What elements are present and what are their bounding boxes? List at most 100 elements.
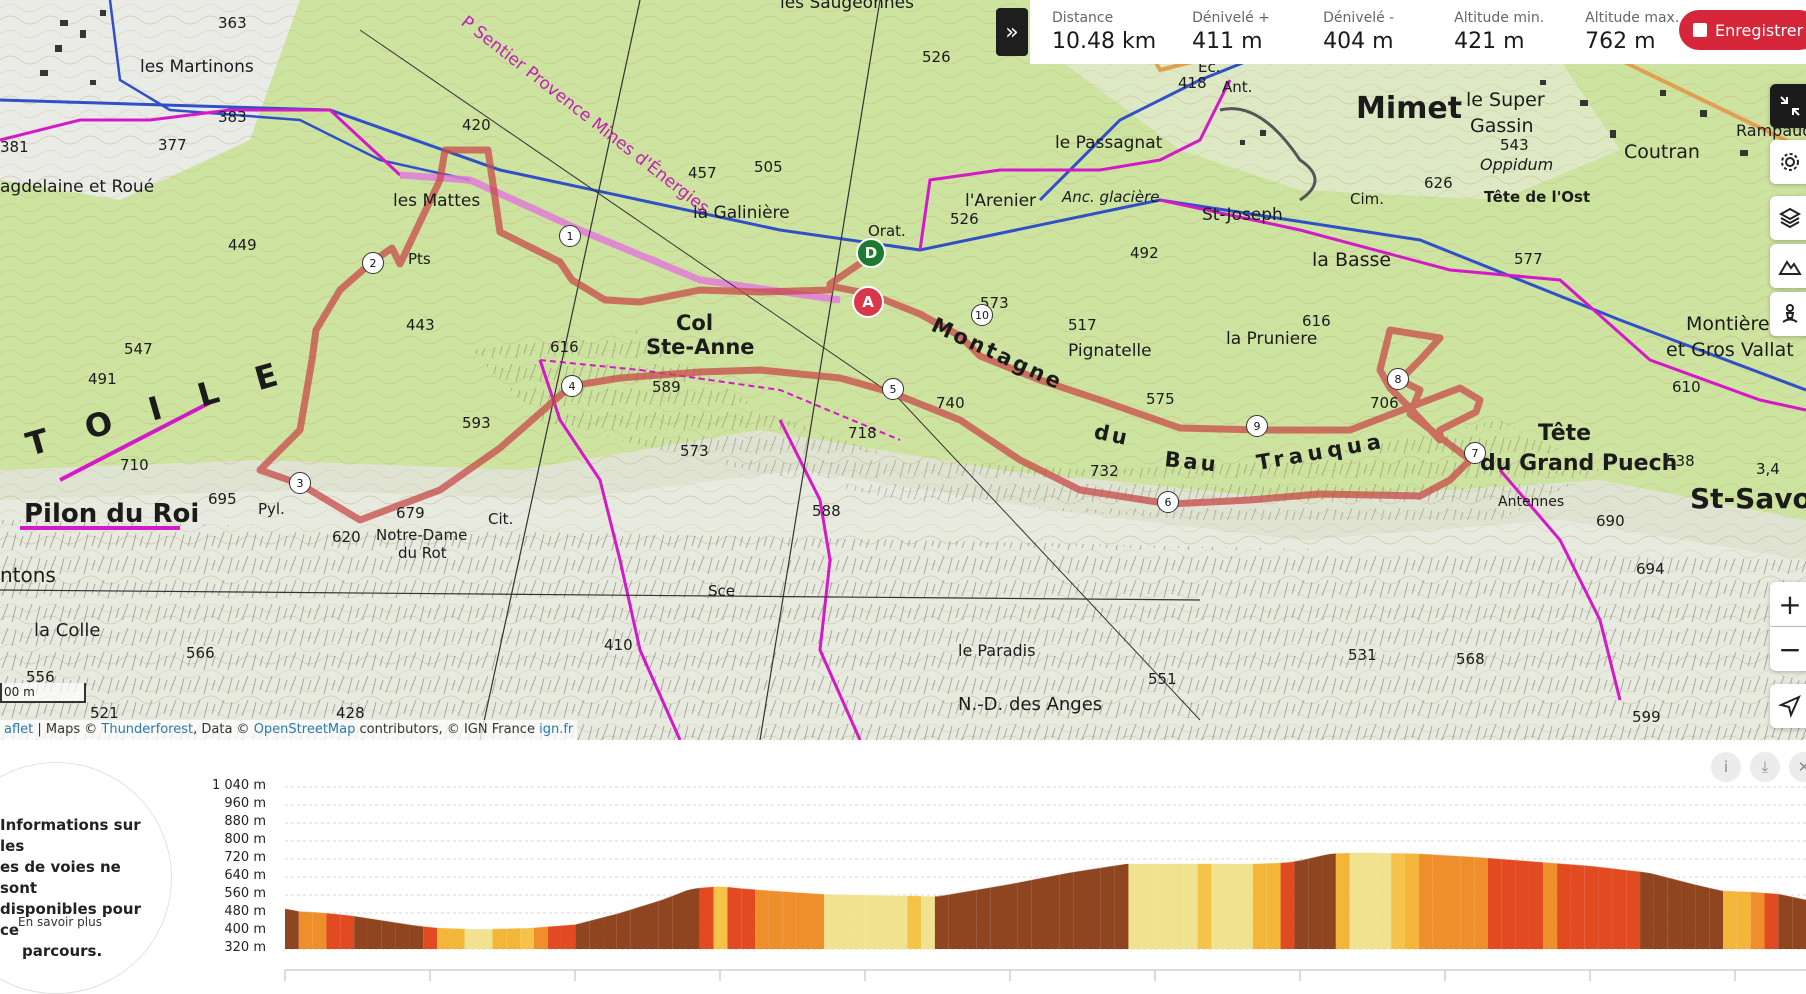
elevation-segment (326, 912, 341, 949)
fullscreen-exit-button[interactable] (1770, 84, 1806, 128)
collapse-panel-button[interactable]: » (996, 8, 1028, 56)
waypoint-marker[interactable]: 3 (289, 472, 311, 494)
attribution-link[interactable]: aflet (4, 722, 33, 737)
elevation-segment (1460, 855, 1475, 949)
elevation-segment (1474, 856, 1488, 949)
elevation-label: 718 (848, 424, 877, 442)
zoom-in-button[interactable]: + (1770, 582, 1806, 626)
elevation-segment (1086, 867, 1101, 949)
attribution-link[interactable]: Thunderforest (101, 722, 193, 737)
elevation-segment (851, 894, 866, 949)
elevation-label: 3,4 (1756, 460, 1780, 478)
elevation-label: 593 (462, 414, 491, 432)
elevation-segment (990, 884, 1005, 949)
locate-button[interactable] (1770, 684, 1806, 728)
place-label: St-Savou (1690, 482, 1806, 515)
place-label: Anc. glacière (1061, 188, 1159, 206)
elevation-segment (1294, 858, 1309, 949)
place-label: les Martinons (140, 57, 254, 77)
elevation-segment (561, 924, 576, 949)
elevation-segment (1017, 879, 1032, 949)
elevation-segment (1432, 854, 1447, 949)
elevation-segment (1515, 859, 1530, 949)
elevation-label: 547 (124, 340, 153, 358)
attribution-link[interactable]: OpenStreetMap (254, 722, 356, 737)
elevation-label: 566 (186, 644, 215, 662)
attribution-text: , Data © (193, 722, 250, 737)
elevation-segment (741, 888, 756, 949)
zoom-out-button[interactable]: − (1770, 627, 1806, 671)
elevation-segment (1792, 896, 1806, 949)
elevation-segment (285, 908, 299, 949)
elevation-segment (1764, 892, 1779, 949)
elevation-label: 616 (550, 338, 579, 356)
elevation-segment (782, 891, 797, 949)
place-label: Coutran (1624, 141, 1700, 163)
waypoint-marker[interactable]: 1 (559, 225, 581, 247)
attribution-link[interactable]: ign.fr (539, 722, 573, 737)
layers-icon (1778, 207, 1802, 229)
elevation-segment (1128, 863, 1143, 949)
elevation-segment (962, 889, 977, 949)
elevation-segment (354, 915, 368, 949)
elevation-label: 443 (406, 316, 435, 334)
waypoint-marker[interactable]: 4 (561, 375, 583, 397)
save-button[interactable]: Enregistrer (1679, 10, 1806, 50)
arrival-marker[interactable]: A (852, 286, 884, 318)
elevation-label: 690 (1596, 512, 1625, 530)
elevation-segment (685, 887, 700, 949)
place-label: le Passagnat (1055, 133, 1163, 153)
streetview-button[interactable] (1770, 292, 1806, 336)
elevation-segment (589, 917, 604, 949)
place-label: Notre-Dame (376, 526, 467, 544)
waypoint-marker[interactable]: 5 (882, 378, 904, 400)
stat-label: Dénivelé + (1192, 10, 1270, 26)
stat-label: Dénivelé - (1323, 10, 1395, 26)
elevation-segment (395, 922, 410, 949)
elevation-segment (1156, 863, 1170, 949)
elevation-segment (1418, 853, 1433, 949)
elevation-label: 695 (208, 490, 237, 508)
start-marker[interactable]: D (856, 238, 886, 268)
elevation-label: 418 (1178, 74, 1207, 92)
elevation-label: 377 (158, 136, 187, 154)
place-label: la Colle (34, 620, 100, 641)
elevation-segment (1667, 877, 1682, 949)
elevation-segment (1653, 873, 1668, 949)
settings-button[interactable] (1770, 140, 1806, 184)
map-scale: 00 m (0, 683, 86, 703)
elevation-segment (1391, 852, 1406, 949)
elevation-segment (1736, 891, 1751, 949)
waypoint-marker[interactable]: 9 (1246, 415, 1268, 437)
elevation-label: Sce (708, 582, 735, 600)
elevation-segment (340, 914, 355, 949)
layers-button[interactable] (1770, 196, 1806, 240)
place-label: la Basse (1312, 249, 1391, 271)
elevation-segment (768, 890, 783, 949)
elevation-segment (948, 891, 963, 949)
elevation-segment (644, 900, 659, 949)
elevation-label: 457 (688, 164, 717, 182)
waypoint-marker[interactable]: 10 (971, 304, 993, 326)
route-map[interactable]: les Martinons agdelaine et Roué les Matt… (0, 0, 1806, 740)
stat-distance: Distance 10.48 km (1030, 0, 1170, 54)
stat-alt-max: Altitude max. 762 m (1563, 0, 1694, 54)
place-label: les Saugeonnes (780, 0, 914, 13)
elevation-segment (1031, 877, 1046, 949)
place-label: Tête (1538, 421, 1591, 446)
waypoint-marker[interactable]: 6 (1157, 491, 1179, 513)
waypoint-marker[interactable]: 7 (1464, 442, 1486, 464)
elevation-segment (1626, 869, 1641, 949)
stat-gain: Dénivelé + 411 m (1170, 0, 1301, 54)
trail-label: P Sentier Provence Mines d'Énergies (457, 11, 714, 219)
relief-button[interactable] (1770, 244, 1806, 288)
elevation-segment (1363, 852, 1378, 949)
elevation-chart[interactable] (0, 740, 1806, 981)
elevation-segment (575, 920, 590, 949)
place-label: la Pruniere (1226, 329, 1317, 349)
waypoint-marker[interactable]: 8 (1387, 368, 1409, 390)
waypoint-marker[interactable]: 2 (362, 252, 384, 274)
place-label: les Mattes (393, 191, 480, 211)
place-label: Antennes (1498, 494, 1564, 510)
place-label: St-Joseph (1202, 205, 1283, 225)
